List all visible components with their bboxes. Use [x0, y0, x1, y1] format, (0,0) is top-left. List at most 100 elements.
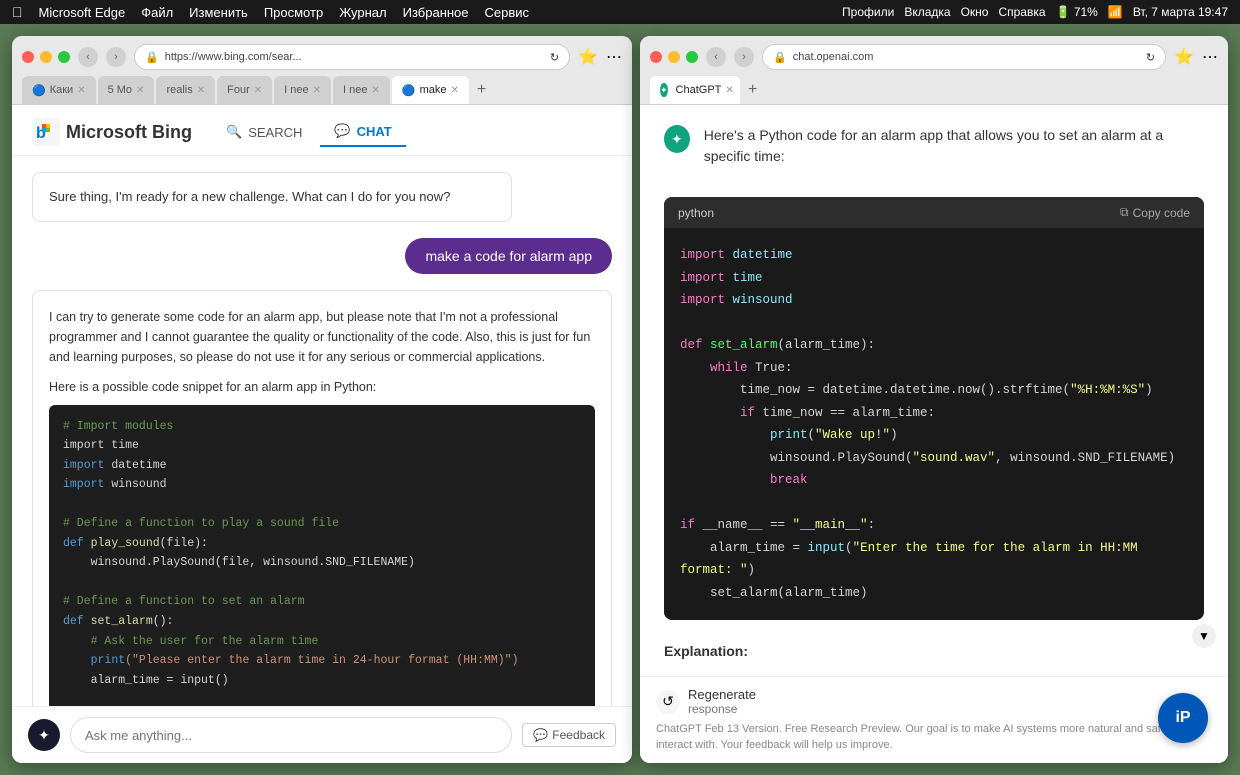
tab-5[interactable]: I nee ✕: [274, 76, 331, 104]
regenerate-row: ↺ Regenerate response: [656, 687, 1212, 716]
chatgpt-response-header: ✦ Here's a Python code for an alarm app …: [664, 125, 1204, 183]
tab-close-7[interactable]: ✕: [450, 85, 458, 96]
tab-add-button[interactable]: +: [471, 76, 511, 104]
assistant-greeting-bubble: Sure thing, I'm ready for a new challeng…: [32, 172, 512, 222]
traffic-lights-right: [650, 51, 698, 63]
nav-chat[interactable]: 💬 CHAT: [320, 117, 405, 147]
scroll-down-arrow[interactable]: ▼: [1192, 624, 1216, 648]
tab-2[interactable]: 5 Mo ✕: [98, 76, 155, 104]
response-label: response: [688, 702, 756, 716]
refresh-icon-r[interactable]: ↻: [1146, 51, 1155, 64]
url-text-right: chat.openai.com: [793, 51, 1140, 63]
back-button[interactable]: ‹: [78, 47, 98, 67]
explanation-heading: Explanation:: [664, 640, 1204, 664]
right-panel-wrapper: ‹ › 🔒 chat.openai.com ↻ ⭐ ⋯ ✦ ChatGPT ✕: [640, 36, 1228, 763]
menu-icon[interactable]: ⋯: [606, 47, 622, 67]
code-header: python ⧉ Copy code: [664, 197, 1204, 228]
mac-menubar:  Microsoft Edge Файл Изменить Просмотр …: [0, 0, 1240, 24]
tab-favicon-1: 🔵: [32, 84, 46, 97]
tab-close-4[interactable]: ✕: [254, 85, 262, 96]
browser-right: ‹ › 🔒 chat.openai.com ↻ ⭐ ⋯ ✦ ChatGPT ✕: [640, 36, 1228, 763]
fullscreen-button[interactable]: [58, 51, 70, 63]
wifi-icon: 📶: [1108, 5, 1123, 19]
lock-icon: 🔒: [145, 51, 159, 64]
tabs-row-left: 🔵 Каки ✕ 5 Mo ✕ realis ✕ Four ✕ I nee: [22, 76, 622, 104]
tab-close-3[interactable]: ✕: [197, 85, 205, 96]
menu-service[interactable]: Сервис: [485, 5, 530, 20]
close-button[interactable]: [22, 51, 34, 63]
fullscreen-button-r[interactable]: [686, 51, 698, 63]
chatgpt-icon: ✦: [664, 125, 690, 153]
address-bar-left[interactable]: 🔒 https://www.bing.com/sear... ↻: [134, 44, 570, 70]
menu-tab[interactable]: Вкладка: [904, 5, 950, 19]
close-button-r[interactable]: [650, 51, 662, 63]
menubar-left:  Microsoft Edge Файл Изменить Просмотр …: [12, 4, 529, 20]
chatgpt-footer: ChatGPT Feb 13 Version. Free Research Pr…: [656, 722, 1212, 753]
lock-icon-r: 🔒: [773, 51, 787, 64]
bing-logo: b Microsoft Bing: [32, 118, 192, 146]
browser-chrome-left: ‹ › 🔒 https://www.bing.com/sear... ↻ ⭐ ⋯…: [12, 36, 632, 105]
menu-file[interactable]: Файл: [141, 5, 173, 20]
search-nav-icon: 🔍: [226, 124, 242, 140]
menu-view[interactable]: Просмотр: [264, 5, 323, 20]
forward-button[interactable]: ›: [106, 47, 126, 67]
menu-window[interactable]: Окно: [961, 5, 989, 19]
user-message-bubble: make a code for alarm app: [405, 238, 612, 274]
regenerate-label-group: Regenerate response: [688, 687, 756, 716]
tab-close-1[interactable]: ✕: [77, 85, 85, 96]
tab-close-5[interactable]: ✕: [313, 85, 321, 96]
traffic-lights-left: [22, 51, 70, 63]
response-bubble: I can try to generate some code for an a…: [32, 290, 612, 707]
copy-icon: ⧉: [1120, 205, 1129, 220]
menu-edit[interactable]: Изменить: [189, 5, 248, 20]
menu-profiles[interactable]: Профили: [842, 5, 894, 19]
chat-input-field[interactable]: [70, 717, 512, 753]
forward-button-r[interactable]: ›: [734, 47, 754, 67]
tab-3[interactable]: realis ✕: [156, 76, 215, 104]
tab-4[interactable]: Four ✕: [217, 76, 272, 104]
tab-close-6[interactable]: ✕: [371, 85, 379, 96]
refresh-icon[interactable]: ↻: [550, 51, 559, 64]
chrome-row1-left: ‹ › 🔒 https://www.bing.com/sear... ↻ ⭐ ⋯: [22, 44, 622, 70]
battery-indicator: 🔋 71%: [1056, 5, 1098, 19]
minimize-button[interactable]: [40, 51, 52, 63]
tab-1[interactable]: 🔵 Каки ✕: [22, 76, 96, 104]
chatgpt-intro-text: Here's a Python code for an alarm app th…: [704, 125, 1204, 167]
copy-button[interactable]: ⧉ Copy code: [1120, 205, 1190, 220]
tab-add-right[interactable]: +: [742, 76, 782, 104]
menu-journal[interactable]: Журнал: [339, 5, 386, 20]
minimize-button-r[interactable]: [668, 51, 680, 63]
regenerate-label[interactable]: Regenerate: [688, 687, 756, 702]
bing-nav: 🔍 SEARCH 💬 CHAT: [212, 117, 406, 147]
ip-watermark: iP: [1158, 693, 1208, 743]
bing-content: b Microsoft Bing 🔍 SEARCH 💬: [12, 105, 632, 763]
browser-chrome-right: ‹ › 🔒 chat.openai.com ↻ ⭐ ⋯ ✦ ChatGPT ✕: [640, 36, 1228, 105]
url-text-left: https://www.bing.com/sear...: [165, 51, 544, 63]
chatgpt-bottom-bar: ↺ Regenerate response ChatGPT Feb 13 Ver…: [640, 676, 1228, 763]
back-button-r[interactable]: ‹: [706, 47, 726, 67]
menu-favorites[interactable]: Избранное: [403, 5, 469, 20]
menu-help[interactable]: Справка: [998, 5, 1045, 19]
tab-6[interactable]: I nee ✕: [333, 76, 390, 104]
chatgpt-tab[interactable]: ✦ ChatGPT ✕: [650, 76, 740, 104]
nav-search[interactable]: 🔍 SEARCH: [212, 117, 316, 147]
menubar-right: Профили Вкладка Окно Справка 🔋 71% 📶 Вт,…: [842, 5, 1228, 19]
explanation-section: Explanation: The code imports the dateti…: [664, 640, 1204, 676]
regenerate-icon[interactable]: ↺: [656, 690, 680, 714]
chat-input-bar: ✦ 💬 Feedback: [12, 706, 632, 763]
apple-menu[interactable]: : [12, 4, 23, 20]
main-area: ‹ › 🔒 https://www.bing.com/sear... ↻ ⭐ ⋯…: [0, 24, 1240, 775]
chatgpt-tab-close[interactable]: ✕: [725, 85, 733, 96]
chrome-row1-right: ‹ › 🔒 chat.openai.com ↻ ⭐ ⋯: [650, 44, 1218, 70]
extensions-icon[interactable]: ⭐: [578, 47, 598, 67]
tab-close-2[interactable]: ✕: [136, 85, 144, 96]
chatgpt-content: ✦ Here's a Python code for an alarm app …: [640, 105, 1228, 676]
menu-icon-r[interactable]: ⋯: [1202, 47, 1218, 67]
tabs-row-right: ✦ ChatGPT ✕ +: [650, 76, 1218, 104]
extensions-icon-r[interactable]: ⭐: [1174, 47, 1194, 67]
address-bar-right[interactable]: 🔒 chat.openai.com ↻: [762, 44, 1166, 70]
tab-7-active[interactable]: 🔵 make ✕: [392, 76, 469, 104]
code-lang: python: [678, 206, 714, 220]
feedback-button[interactable]: 💬 Feedback: [522, 723, 616, 747]
chatgpt-logo: ✦: [660, 83, 668, 97]
